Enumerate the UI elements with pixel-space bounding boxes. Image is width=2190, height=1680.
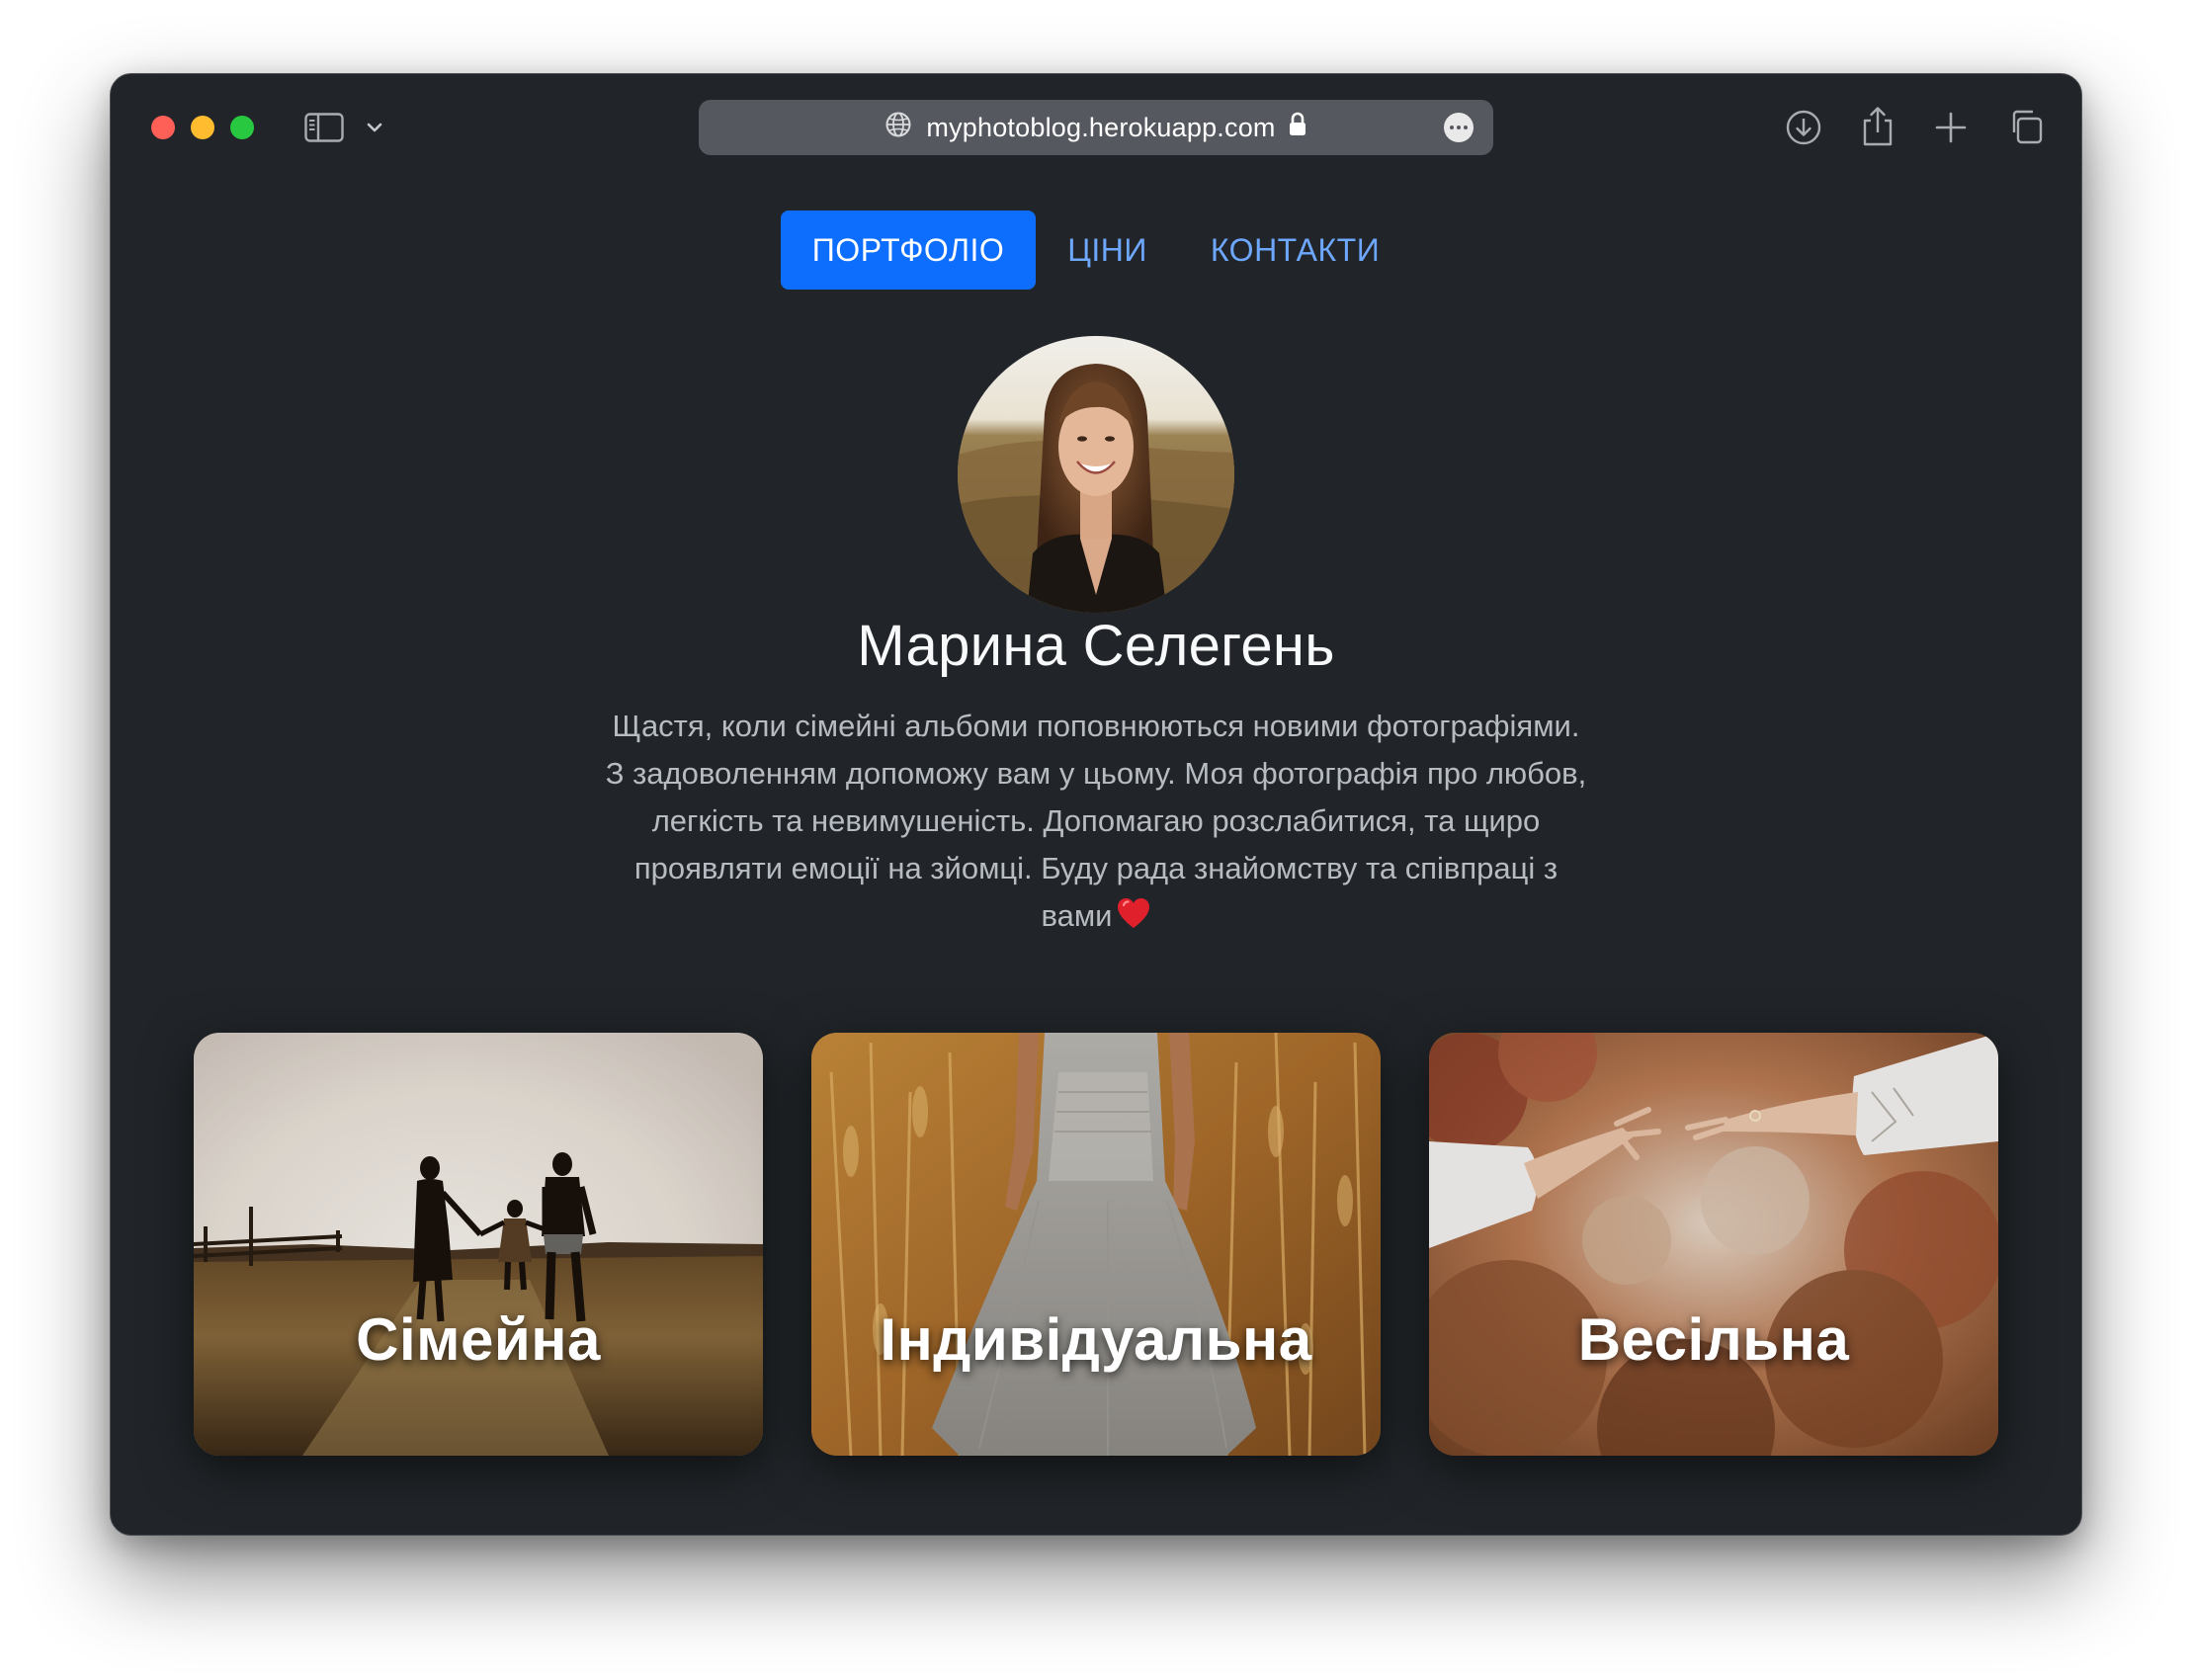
nav-portfolio[interactable]: ПОРТФОЛІО	[780, 210, 1037, 290]
card-title: Сімейна	[356, 1306, 601, 1373]
sidebar-icon[interactable]	[303, 112, 345, 143]
share-icon[interactable]	[1858, 104, 1897, 149]
card-title: Весільна	[1577, 1306, 1850, 1373]
more-icon[interactable]	[1444, 113, 1474, 142]
avatar	[958, 336, 1234, 613]
globe-icon	[884, 111, 912, 145]
chevron-down-icon[interactable]	[364, 118, 385, 137]
bio-line: Щастя, коли сімейні альбоми поповнюються…	[612, 709, 1580, 743]
browser-window: myphotoblog.herokuapp.com ПОРТФОЛІО ЦІНИ…	[110, 73, 2082, 1536]
close-window-button[interactable]	[151, 116, 175, 139]
nav-prices[interactable]: ЦІНИ	[1036, 210, 1179, 290]
profile-name: Марина Селегень	[857, 614, 1335, 678]
bio-line: З задоволенням допоможу вам у цьому. Моя…	[605, 756, 1587, 791]
nav-contacts[interactable]: КОНТАКТИ	[1179, 210, 1411, 290]
maximize-window-button[interactable]	[230, 116, 254, 139]
card-family[interactable]: Сімейна	[194, 1033, 763, 1456]
lock-icon	[1288, 111, 1307, 145]
card-title: Індивідуальна	[880, 1306, 1312, 1373]
categories-grid: Сімейна Індивідуальна Весільна	[194, 1033, 1998, 1458]
plus-icon[interactable]	[1931, 108, 1971, 147]
bio-line-text: вами	[1041, 898, 1113, 933]
heart-icon	[1117, 898, 1149, 928]
family-photo	[194, 1033, 763, 1456]
address-bar[interactable]: myphotoblog.herokuapp.com	[699, 100, 1493, 155]
browser-toolbar: myphotoblog.herokuapp.com	[111, 74, 2081, 179]
card-wedding[interactable]: Весільна	[1429, 1033, 1998, 1456]
minimize-window-button[interactable]	[191, 116, 214, 139]
bio-line: вами	[572, 892, 1620, 940]
individual-photo	[811, 1033, 1381, 1456]
profile-bio: Щастя, коли сімейні альбоми поповнюються…	[572, 703, 1620, 940]
url-text: myphotoblog.herokuapp.com	[926, 112, 1276, 142]
card-individual[interactable]: Індивідуальна	[811, 1033, 1381, 1456]
bio-line: проявляти емоції на зйомці. Буду рада зн…	[633, 851, 1558, 885]
bio-line: легкість та невимушеність. Допомагаю роз…	[651, 803, 1541, 838]
wedding-photo	[1429, 1033, 1998, 1456]
download-icon[interactable]	[1784, 108, 1823, 147]
tabs-icon[interactable]	[2005, 108, 2045, 147]
main-nav: ПОРТФОЛІО ЦІНИ КОНТАКТИ	[111, 210, 2081, 290]
